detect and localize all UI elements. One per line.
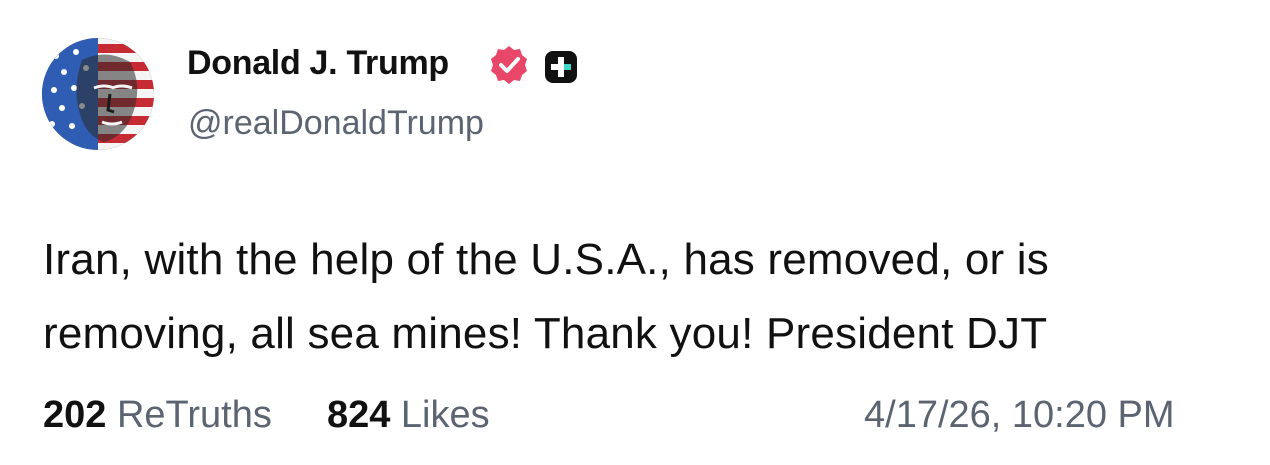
author-handle[interactable]: @realDonaldTrump <box>188 104 484 143</box>
author-avatar[interactable] <box>42 38 154 150</box>
author-display-name[interactable]: Donald J. Trump <box>187 44 449 83</box>
post-body: Iran, with the help of the U.S.A., has r… <box>43 235 1049 358</box>
likes-count[interactable]: 824 <box>327 394 390 436</box>
plus-badge-icon <box>545 51 577 83</box>
truth-post: Donald J. Trump @realDonaldTrump Iran, w… <box>0 0 1270 465</box>
verified-badge-icon <box>491 46 527 84</box>
likes-label[interactable]: Likes <box>401 394 490 436</box>
post-timestamp[interactable]: 4/17/26, 10:20 PM <box>864 394 1175 437</box>
post-stats: 202 ReTruths 824 Likes <box>43 394 490 437</box>
retruths-label[interactable]: ReTruths <box>117 394 272 436</box>
flag-portrait-avatar-icon <box>42 38 154 150</box>
retruths-count[interactable]: 202 <box>43 394 106 436</box>
